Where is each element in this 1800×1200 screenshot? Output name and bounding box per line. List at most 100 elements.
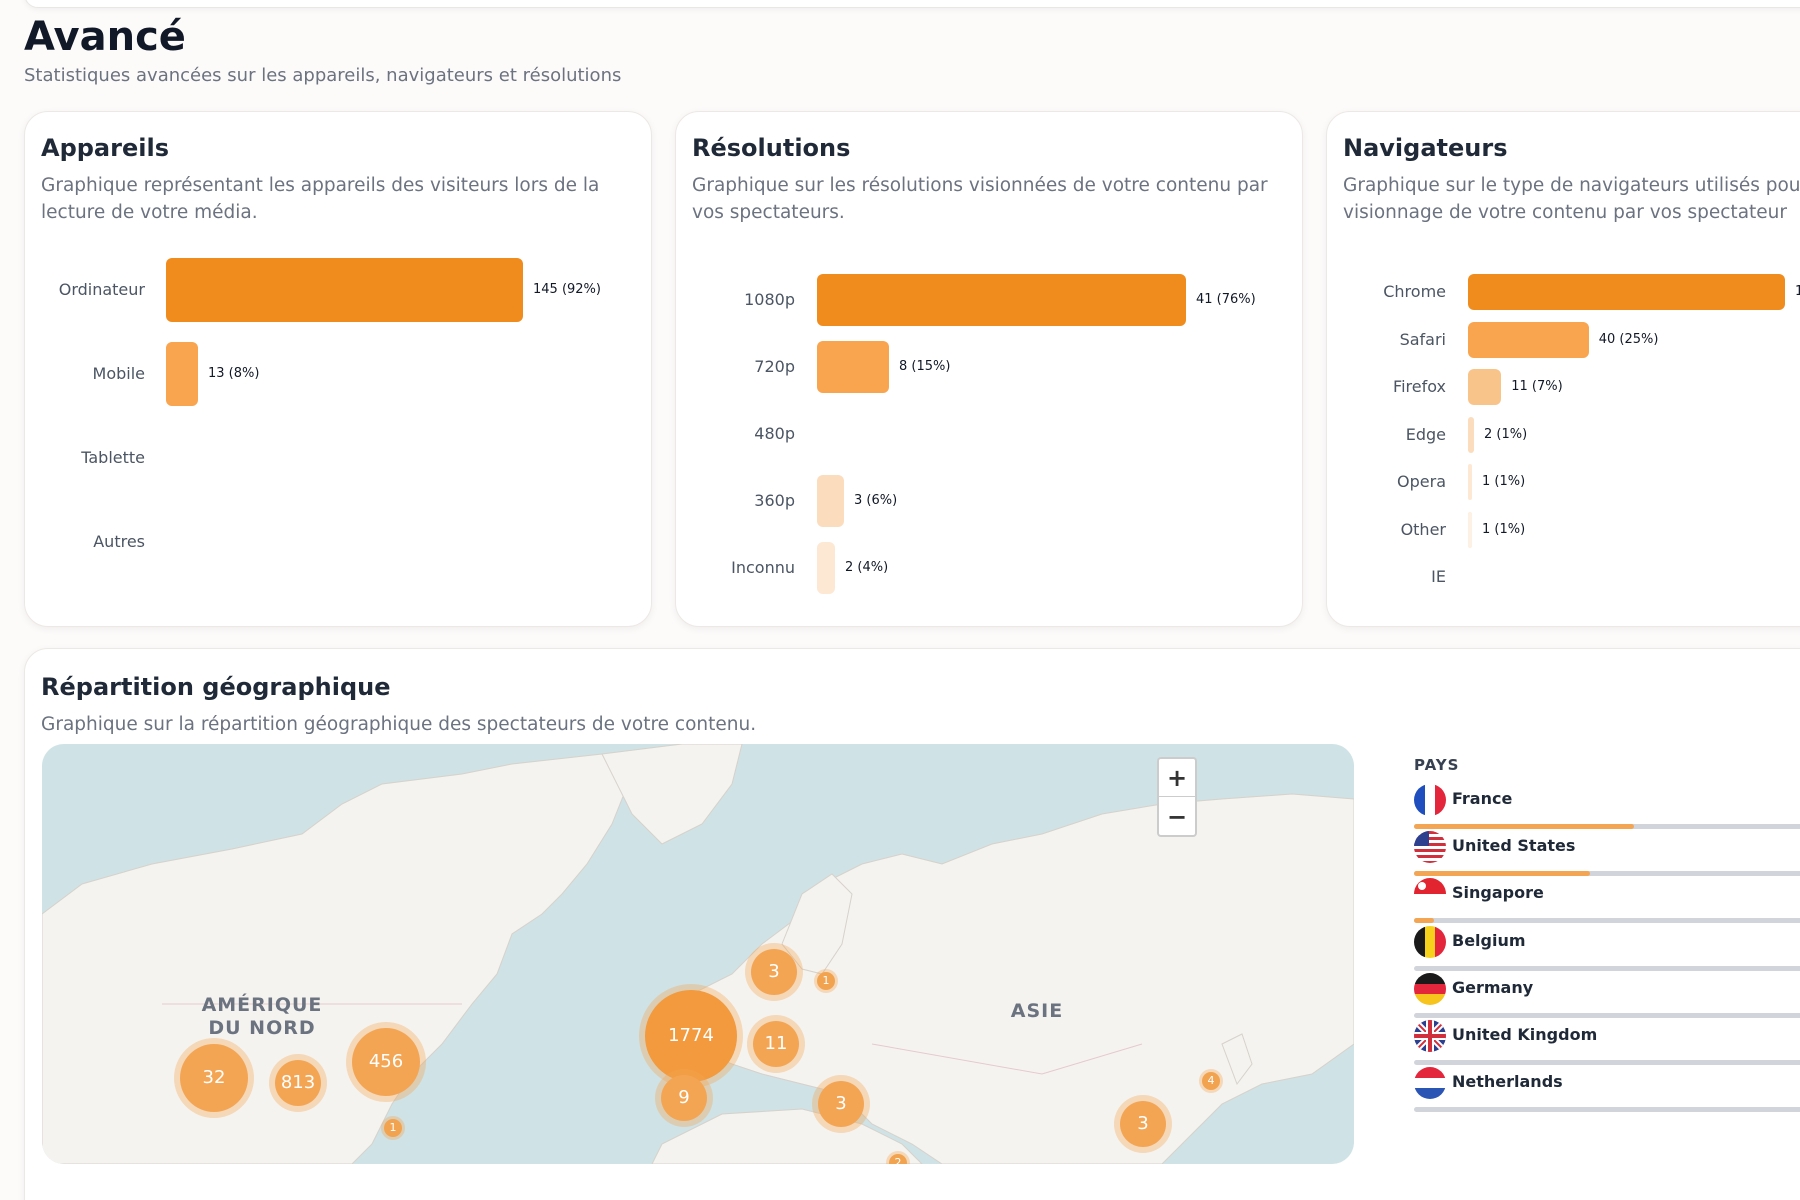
chart-row: Chrome 1 [1327, 272, 1800, 312]
country-share-track [1414, 824, 1800, 829]
map-cluster[interactable]: 9 [661, 1075, 707, 1121]
map-cluster[interactable]: 456 [352, 1028, 420, 1096]
continent-label-asia: ASIE [1010, 1000, 1064, 1022]
country-name: Germany [1452, 977, 1534, 997]
country-share-fill [1414, 824, 1634, 829]
devices-card: Appareils Graphique représentant les app… [24, 111, 652, 627]
north-america-shape [42, 753, 633, 1164]
countries-list: PAYS France United States Singapore Belgium… [1400, 744, 1800, 1164]
map-cluster[interactable]: 813 [275, 1060, 321, 1106]
chart-bar-value: 2 (1%) [1484, 426, 1528, 442]
chart-bar[interactable] [166, 258, 523, 322]
map-cluster[interactable]: 3 [1120, 1101, 1166, 1147]
country-share-track [1414, 1107, 1800, 1113]
chart-row-label: 1080p [744, 290, 795, 309]
browsers-card: Navigateurs Graphique sur le type de nav… [1326, 111, 1800, 627]
country-share-fill [1414, 918, 1434, 924]
chart-bar-value: 41 (76%) [1196, 292, 1256, 307]
chart-bar[interactable] [1468, 464, 1472, 500]
map-cluster[interactable]: 1 [817, 972, 835, 990]
netherlands-flag [1414, 1067, 1446, 1100]
geo-card: Répartition géographique Graphique sur l… [24, 648, 1800, 1200]
chart-row-label: Tablette [81, 448, 145, 467]
resolutions-card: Résolutions Graphique sur les résolution… [675, 111, 1303, 627]
chart-row: 360p 3 (6%) [676, 475, 1302, 527]
chart-row: 720p 8 (15%) [676, 341, 1302, 393]
chart-bar-value: 40 (25%) [1598, 331, 1659, 347]
map-cluster[interactable]: 3 [751, 949, 797, 995]
usa-flag [1414, 831, 1446, 864]
chart-bar[interactable] [817, 274, 1186, 326]
chart-row: Opera 1 (1%) [1327, 462, 1800, 502]
chart-row-label: Other [1400, 519, 1446, 539]
zoom-in-button[interactable]: + [1159, 759, 1195, 797]
uk-flag [1414, 1020, 1446, 1052]
country-row: Singapore [1414, 878, 1800, 932]
chart-row: Inconnu 2 (4%) [676, 542, 1302, 594]
chart-row: Autres [25, 522, 651, 562]
map-cluster[interactable]: 32 [180, 1044, 248, 1112]
chart-row-label: Ordinateur [58, 280, 145, 299]
country-row: United Kingdom [1414, 1020, 1800, 1074]
country-row: France [1414, 784, 1800, 838]
country-share-track [1414, 871, 1800, 877]
country-name: Belgium [1452, 930, 1526, 950]
chart-bar[interactable] [1468, 511, 1472, 548]
top-search-bar[interactable] [24, 0, 1800, 8]
country-share-track [1414, 1012, 1800, 1018]
france-flag [1414, 784, 1446, 816]
chart-bar-value: 1 (1%) [1482, 521, 1526, 537]
chart-bar-value: 2 (4%) [845, 560, 889, 575]
country-share-fill [1414, 871, 1590, 877]
chart-bar-value: 13 (8%) [208, 366, 260, 381]
chart-row-label: IE [1431, 567, 1446, 586]
chart-row-label: 720p [754, 357, 795, 376]
map-cluster[interactable]: 1774 [645, 990, 737, 1082]
greenland-shape [601, 744, 743, 845]
chart-bar-value: 145 (92%) [533, 282, 601, 297]
resolutions-title: Résolutions [692, 134, 851, 162]
continent-label-north-america: AMÉRIQUE DU NORD [201, 994, 323, 1039]
chart-row-label: Edge [1405, 424, 1446, 444]
chart-bar[interactable] [166, 342, 198, 406]
singapore-flag [1414, 878, 1446, 911]
country-share-track [1414, 1060, 1800, 1065]
map-cluster[interactable]: 4 [1202, 1072, 1220, 1090]
chart-row-label: Inconnu [731, 558, 795, 577]
chart-bar[interactable] [817, 542, 835, 594]
chart-row-label: 360p [754, 491, 795, 510]
world-map[interactable]: AMÉRIQUE DU NORD ASIE 32 813 456 1774 3 … [42, 744, 1354, 1164]
chart-row: Mobile 13 (8%) [25, 342, 651, 406]
country-share-track [1414, 965, 1800, 971]
chart-bar[interactable] [817, 341, 889, 393]
chart-bar[interactable] [1468, 369, 1502, 405]
zoom-out-button[interactable]: − [1159, 798, 1195, 836]
chart-bar[interactable] [1468, 416, 1475, 453]
chart-bar[interactable] [817, 475, 844, 527]
country-name: France [1452, 789, 1513, 808]
countries-title: PAYS [1414, 756, 1460, 774]
geo-description: Graphique sur la répartition géographiqu… [41, 714, 757, 735]
chart-row: Other 1 (1%) [1327, 510, 1800, 550]
chart-row: Tablette [25, 438, 651, 478]
map-cluster[interactable]: 11 [753, 1021, 799, 1067]
chart-row: Safari 40 (25%) [1327, 320, 1800, 360]
map-cluster[interactable]: 1 [384, 1119, 402, 1137]
chart-bar[interactable] [1468, 321, 1589, 358]
country-row: Belgium [1414, 925, 1800, 980]
belgium-flag [1414, 925, 1446, 958]
chart-row-label: 480p [754, 424, 795, 443]
chart-bar[interactable] [1468, 274, 1785, 310]
browsers-title: Navigateurs [1343, 134, 1508, 162]
country-name: Singapore [1452, 883, 1544, 903]
chart-row: Ordinateur 145 (92%) [25, 258, 651, 322]
country-name: United Kingdom [1452, 1025, 1598, 1044]
map-cluster[interactable]: 3 [818, 1081, 864, 1127]
chart-row-label: Chrome [1383, 282, 1446, 301]
browsers-description: Graphique sur le type de navigateurs uti… [1343, 175, 1800, 223]
devices-title: Appareils [41, 134, 169, 162]
chart-row-label: Autres [93, 532, 145, 551]
chart-bar-value: 1 [1795, 282, 1800, 302]
chart-row-label: Opera [1397, 472, 1446, 491]
chart-row: Edge 2 (1%) [1327, 415, 1800, 455]
